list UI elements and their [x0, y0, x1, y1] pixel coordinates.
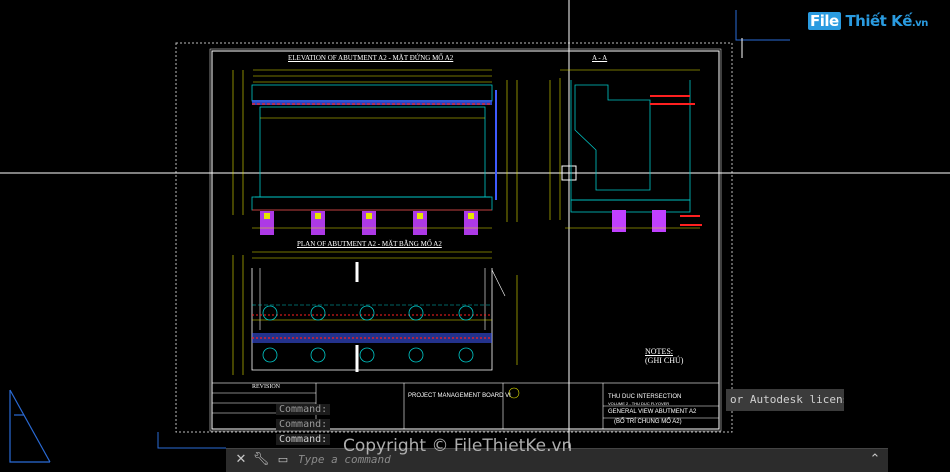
- license-tooltip: or Autodesk licensed: [726, 389, 844, 411]
- copyright-watermark: Copyright © FileThietKe.vn: [343, 436, 573, 456]
- filethietke-logo: File Thiết Kế.vn: [808, 12, 928, 30]
- volume-label: VOLUME 2 - THU DUC FLYOVER: [608, 401, 670, 406]
- plan-view: [232, 251, 518, 375]
- viewcube-corner: [735, 10, 790, 41]
- section-title: A - A: [592, 54, 608, 62]
- command-history-line-1: Command:: [276, 404, 331, 415]
- sheet-inner-border: [209, 48, 722, 432]
- sheet-title: GENERAL VIEW ABUTMENT A2: [608, 409, 697, 415]
- viewport-edge: [157, 432, 226, 449]
- close-icon[interactable]: ✕: [232, 453, 250, 467]
- command-history-line-3: Command:: [276, 434, 331, 445]
- sheet-subtitle: (BỐ TRÍ CHUNG MỐ A2): [614, 419, 682, 425]
- chevron-up-icon[interactable]: ⌃: [866, 453, 884, 467]
- command-prompt-icon[interactable]: ▭: [274, 453, 292, 467]
- wrench-icon[interactable]: 🔧︎: [252, 453, 270, 467]
- logo-domain: .vn: [911, 18, 928, 29]
- section-view: [549, 69, 702, 232]
- elevation-view: [232, 69, 518, 235]
- command-history-line-2: Command:: [276, 419, 331, 430]
- ucs-icon: [9, 389, 51, 463]
- plan-title: PLAN OF ABUTMENT A2 - MẶT BẰNG MỐ A2: [297, 240, 442, 248]
- logo-thiet: Thiết: [845, 12, 887, 30]
- project-board-label: PROJECT MANAGEMENT BOARD VI: [408, 393, 511, 399]
- revision-label: REVISION: [252, 384, 280, 390]
- elevation-title: ELEVATION OF ABUTMENT A2 - MẶT ĐỨNG MỐ A…: [288, 54, 454, 62]
- sheet-border: [211, 50, 720, 430]
- notes-subtitle: (GHI CHÚ): [645, 356, 684, 365]
- logo-file: File: [808, 12, 841, 30]
- project-name-label: THU DUC INTERSECTION: [608, 394, 682, 400]
- logo-ke: Kế: [891, 12, 912, 30]
- notes-block: NOTES: (GHI CHÚ): [645, 347, 683, 365]
- notes-title: NOTES:: [645, 347, 673, 356]
